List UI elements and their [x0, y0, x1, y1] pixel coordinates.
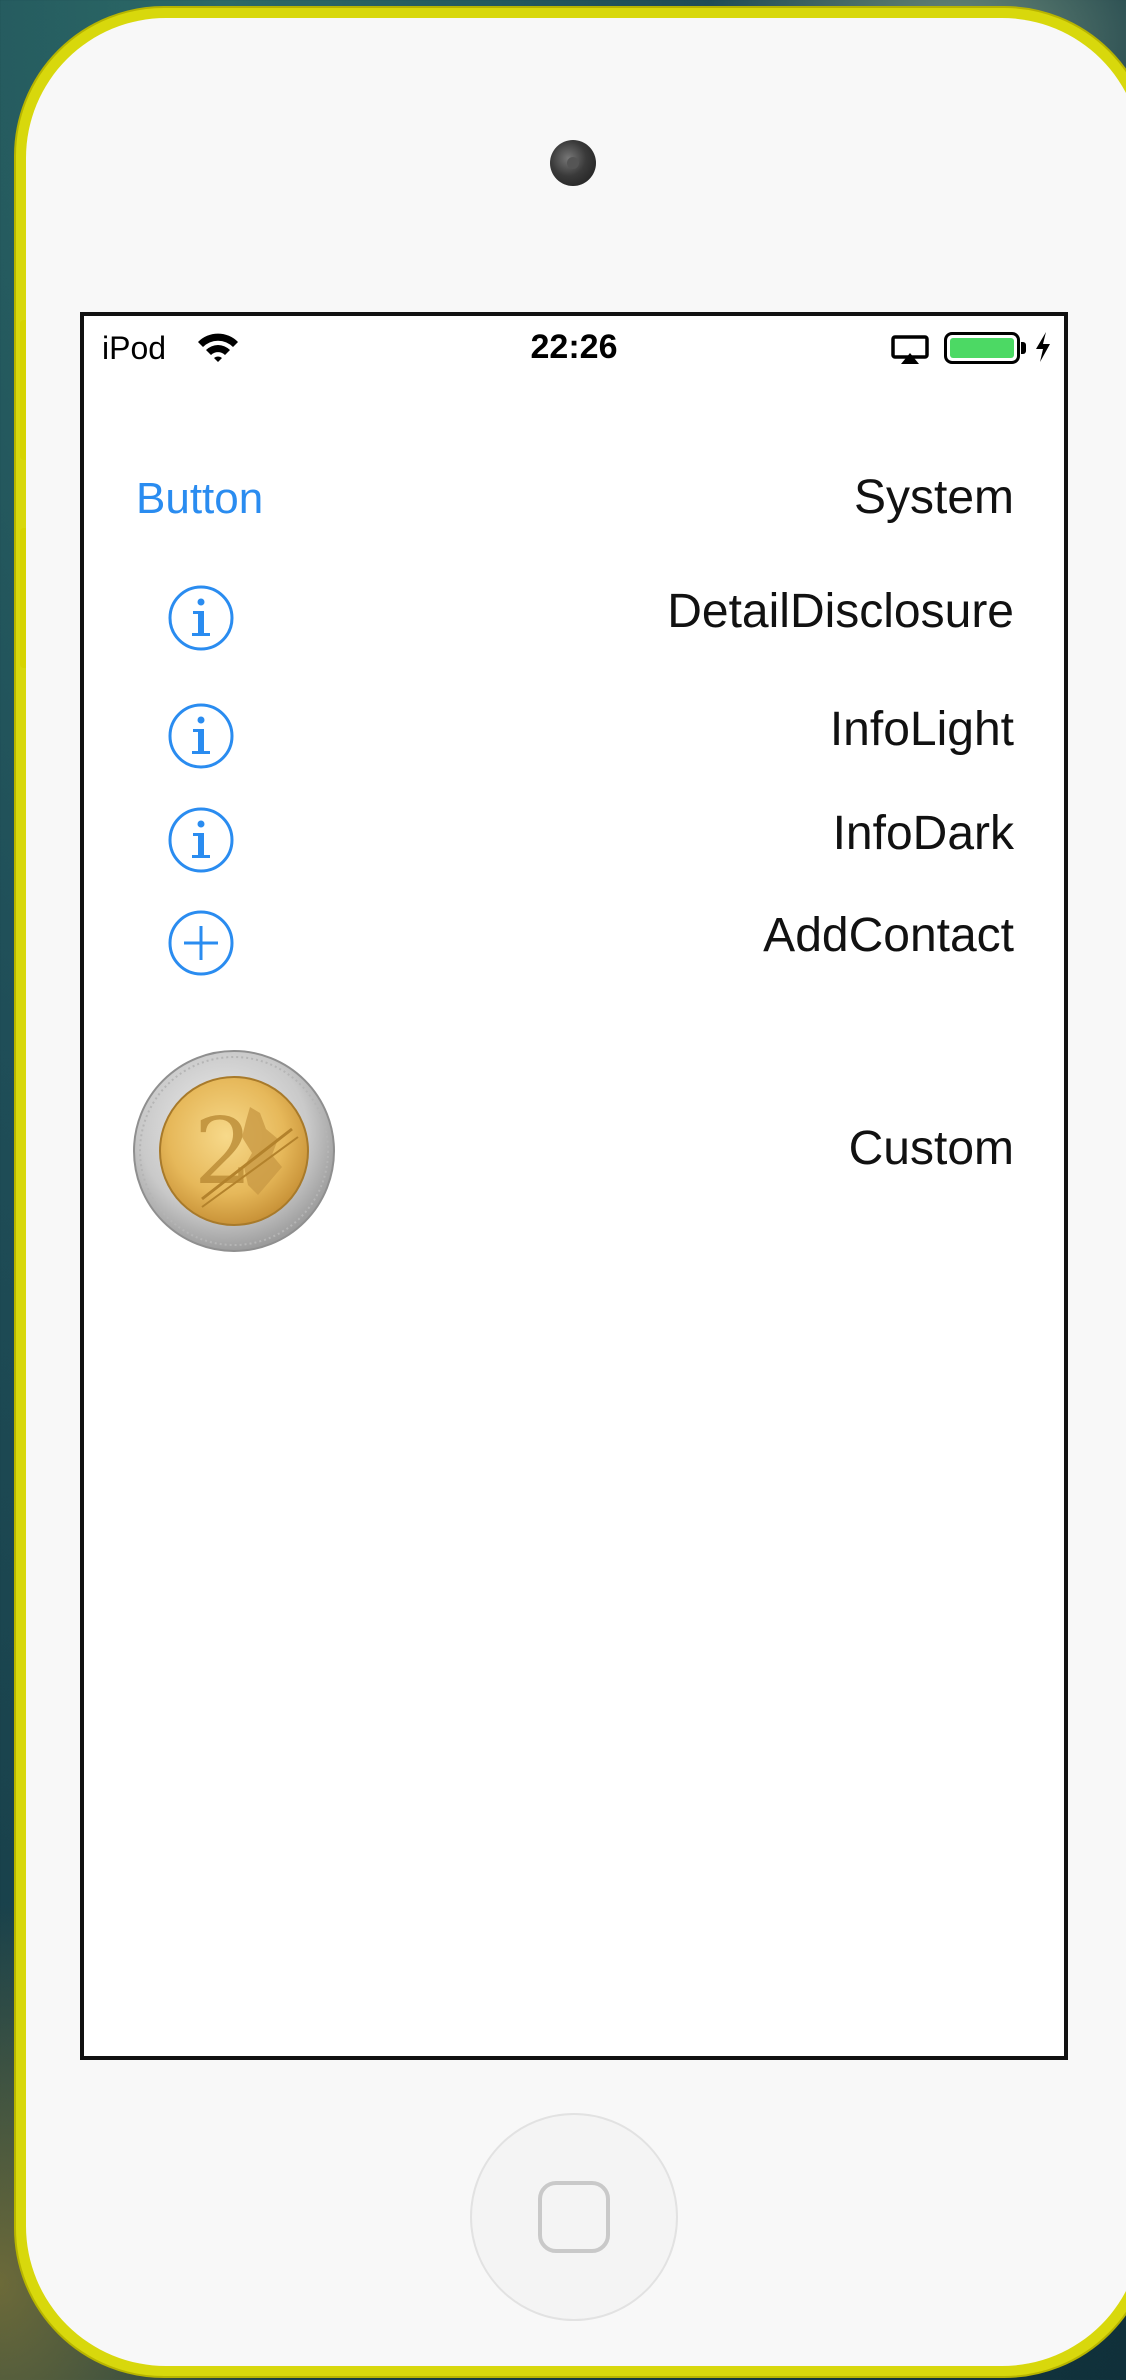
custom-label: Custom — [848, 1122, 1014, 1175]
info-light-icon[interactable] — [166, 701, 236, 771]
add-contact-plus-icon[interactable] — [166, 908, 236, 978]
home-square-icon — [538, 2181, 610, 2253]
info-light-label: InfoLight — [829, 703, 1014, 756]
battery-icon — [944, 332, 1020, 364]
front-camera-icon — [550, 140, 596, 186]
charging-bolt-icon — [1036, 332, 1050, 362]
battery-tip — [1021, 342, 1026, 354]
device-screen: iPod 22:26 Button System DetailDisclosur… — [80, 312, 1068, 2060]
two-euro-coin-icon[interactable]: 2 — [132, 1049, 336, 1253]
detail-disclosure-label: DetailDisclosure — [667, 585, 1014, 638]
home-button[interactable] — [470, 2113, 678, 2321]
system-label: System — [853, 471, 1014, 524]
info-dark-icon[interactable] — [166, 805, 236, 875]
add-contact-label: AddContact — [763, 909, 1014, 962]
detail-disclosure-info-icon[interactable] — [166, 583, 236, 653]
svg-text:2: 2 — [194, 1098, 253, 1205]
airplay-icon — [891, 335, 929, 364]
status-bar: iPod 22:26 — [84, 316, 1064, 372]
info-dark-label: InfoDark — [832, 807, 1014, 860]
system-button[interactable]: Button — [136, 474, 263, 524]
battery-level-fill — [950, 338, 1014, 358]
